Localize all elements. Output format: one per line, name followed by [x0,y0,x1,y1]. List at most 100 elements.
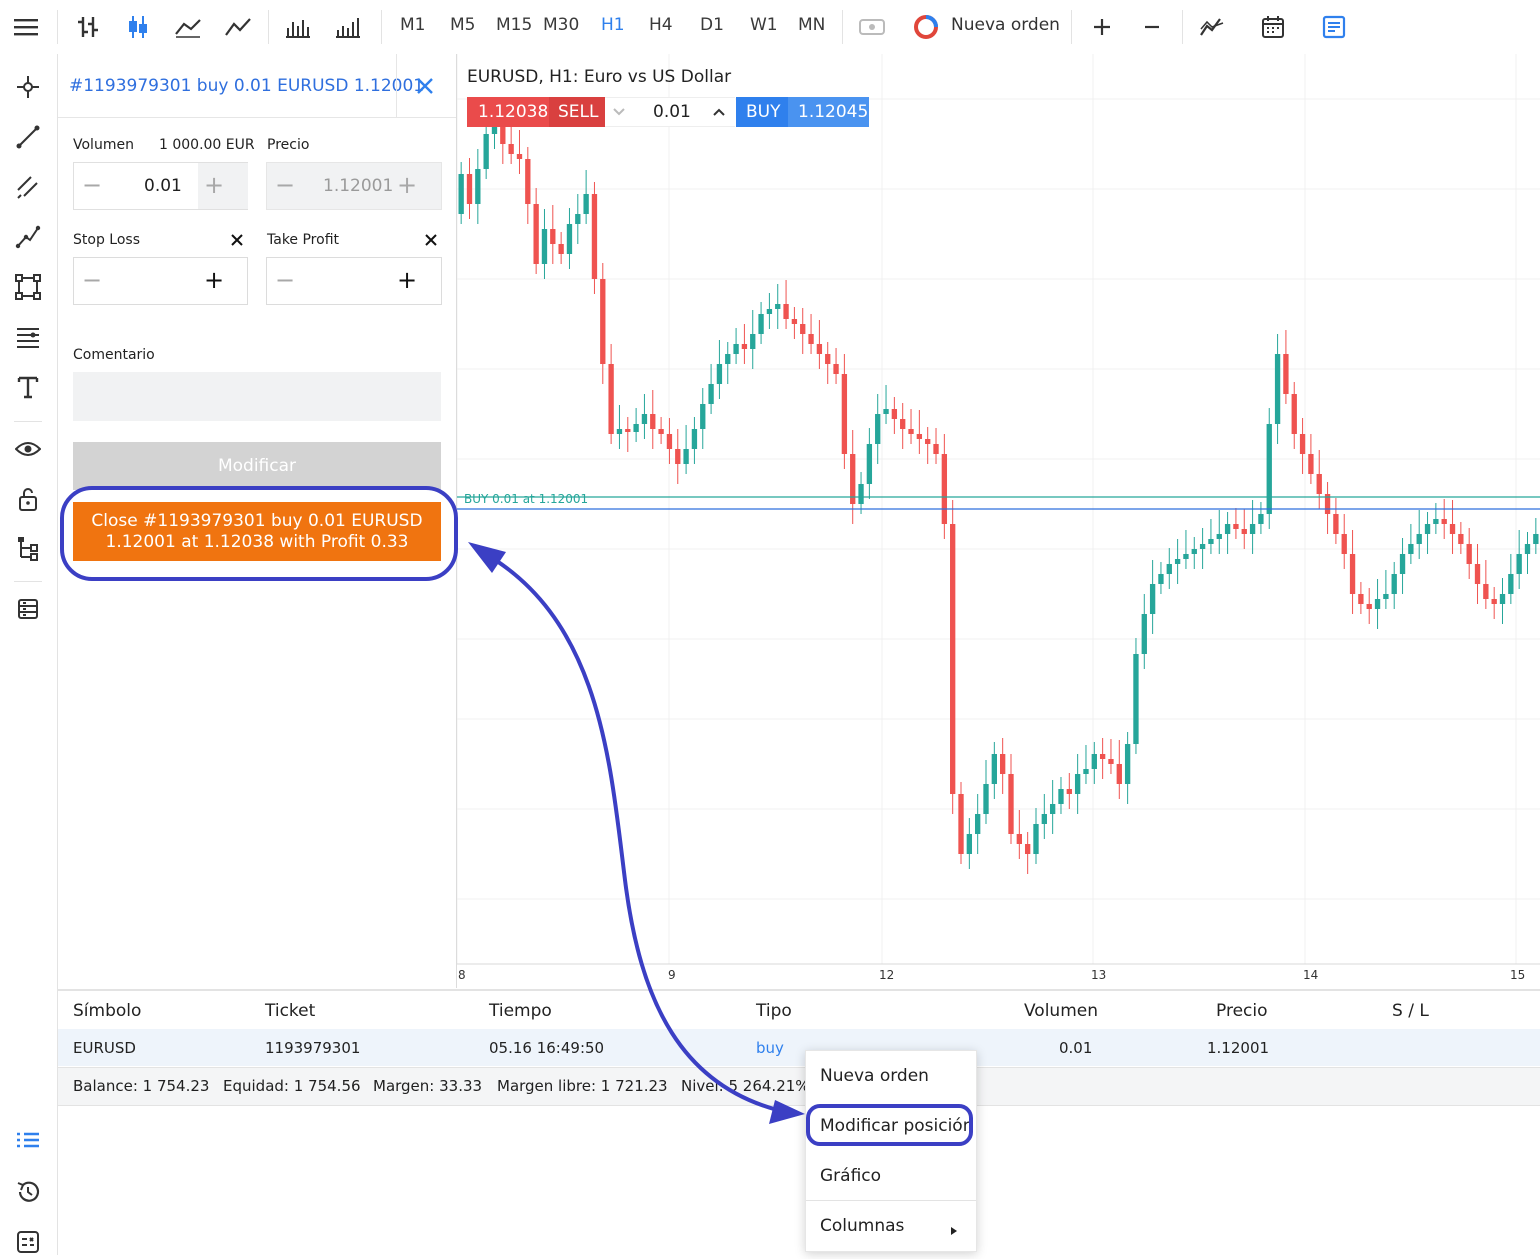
volume-value[interactable]: 0.01 [144,176,182,196]
candle-body [541,229,548,264]
col-header-time[interactable]: Tiempo [489,1001,552,1021]
stop-loss-stepper[interactable]: − + [73,257,248,305]
candle-body [516,154,523,159]
margin-text: Margen: 33.33 [373,1077,483,1095]
buy-button[interactable]: BUY 1.12045 [736,97,869,127]
timeframe-m5[interactable]: M5 [450,15,475,35]
candlestick-chart[interactable]: BUY 0.01 at 1.12001 8 9 12 13 14 15 [457,54,1540,988]
candle-body [1508,574,1514,594]
candle-body [658,429,664,434]
candle-body [900,419,906,429]
history-icon[interactable] [11,1175,45,1209]
new-order-button[interactable]: Nueva orden [951,15,1060,35]
candle-body [683,449,689,464]
new-order-icon[interactable] [910,11,942,43]
candle-body [1524,544,1531,554]
close-position-button[interactable]: Close #1193979301 buy 0.01 EURUSD 1.1200… [73,502,441,561]
lock-icon[interactable] [11,482,45,516]
comment-input[interactable] [73,372,441,421]
col-header-ticket[interactable]: Ticket [265,1001,315,1021]
object-tree-icon[interactable] [11,532,45,566]
col-header-sl[interactable]: S / L [1392,1001,1429,1021]
timeframe-m15[interactable]: M15 [496,15,532,35]
order-panel-icon[interactable] [1318,11,1350,43]
stop-loss-increase-button[interactable]: + [204,267,224,293]
comment-label: Comentario [73,347,155,363]
candle-body [816,344,823,354]
one-click-trading-icon[interactable] [856,11,888,43]
price-chart[interactable]: BUY 0.01 at 1.12001 8 9 12 13 14 15 EURUSD, H… [457,54,1540,988]
col-header-volume[interactable]: Volumen [1024,1001,1098,1021]
candle-body [1333,514,1339,534]
take-profit-increase-button[interactable]: + [397,267,417,293]
calendar-icon[interactable] [1257,11,1289,43]
candle-body [933,444,939,454]
volume-stepper[interactable]: − 0.01 + [73,162,248,210]
lot-value[interactable]: 0.01 [653,102,691,122]
polyline-icon[interactable] [11,220,45,254]
sell-button[interactable]: 1.12038 SELL [467,97,605,127]
candle-body [1016,834,1022,844]
text-tool-icon[interactable] [11,370,45,404]
modify-button[interactable]: Modificar [73,442,441,490]
take-profit-decrease-button[interactable]: − [275,267,295,293]
candle-body [1216,534,1222,539]
timeframe-w1[interactable]: W1 [750,15,778,35]
stop-loss-clear-icon[interactable] [229,232,245,248]
layers-icon[interactable] [11,592,45,626]
candle-body [1149,584,1156,614]
position-line-label: BUY 0.01 at 1.12001 [464,492,588,506]
close-panel-icon[interactable] [413,74,437,98]
line-chart-type-icon[interactable] [172,11,204,43]
col-header-type[interactable]: Tipo [756,1001,792,1021]
x-tick-label: 8 [458,968,466,982]
timeframe-d1[interactable]: D1 [700,15,724,35]
real-volume-icon[interactable] [332,11,364,43]
shapes-icon[interactable] [11,270,45,304]
candle-body [1416,534,1422,544]
trend-line-icon[interactable] [11,120,45,154]
eye-icon[interactable] [11,432,45,466]
journal-icon[interactable] [11,1225,45,1259]
bar-chart-type-icon[interactable] [72,11,104,43]
candle-body [991,754,998,784]
buy-price: 1.12045 [798,102,869,122]
candle-body [1158,574,1164,584]
candle-body [875,414,881,444]
menu-item-chart[interactable]: Gráfico [820,1166,881,1186]
lot-increase-icon[interactable] [711,104,727,120]
area-chart-type-icon[interactable] [222,11,254,43]
lot-decrease-icon[interactable] [611,104,627,120]
timeframe-m30[interactable]: M30 [543,15,579,35]
menu-item-columns[interactable]: Columnas [820,1216,904,1236]
menu-icon[interactable] [10,11,42,43]
menu-item-modify-position[interactable]: Modificar posición [820,1116,973,1136]
menu-item-new-order[interactable]: Nueva orden [820,1066,929,1086]
timeframe-h4[interactable]: H4 [649,15,673,35]
candle-body [758,314,764,334]
volume-increase-button[interactable]: + [204,172,224,198]
take-profit-stepper[interactable]: − + [266,257,442,305]
fibonacci-icon[interactable] [11,320,45,354]
timeframe-mn[interactable]: MN [798,15,825,35]
timeframe-m1[interactable]: M1 [400,15,425,35]
take-profit-clear-icon[interactable] [423,232,439,248]
candlestick-chart-type-icon[interactable] [122,11,154,43]
col-header-price[interactable]: Precio [1216,1001,1268,1021]
indicators-icon[interactable] [1196,11,1228,43]
tick-volume-icon[interactable] [282,11,314,43]
candle-body [1141,614,1147,654]
candle-body [1366,604,1372,609]
col-header-symbol[interactable]: Símbolo [73,1001,141,1021]
zoom-out-icon[interactable] [1136,11,1168,43]
candle-body [650,414,656,429]
trade-list-icon[interactable] [11,1125,45,1159]
candle-body [975,814,981,834]
zoom-in-icon[interactable] [1086,11,1118,43]
channel-icon[interactable] [11,170,45,204]
crosshair-icon[interactable] [11,70,45,104]
volume-decrease-button[interactable]: − [82,172,102,198]
stop-loss-decrease-button[interactable]: − [82,267,102,293]
lot-stepper[interactable]: 0.01 [605,97,735,127]
timeframe-h1[interactable]: H1 [601,15,625,35]
